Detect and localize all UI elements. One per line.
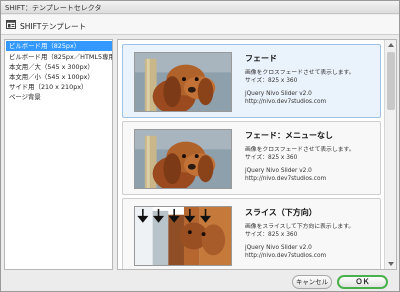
category-list[interactable]: ビルボード用（825px） ビルボード用（825px／HTML5専用） 本文用／… [4,39,113,270]
template-list[interactable]: フェード 画像をクロスフェードさせて表示します。 サイズ：825 x 360 j… [117,39,397,270]
category-item-body-small[interactable]: 本文用／小（545 x 100px） [6,72,112,82]
plugin-text: jQuery Nivo Slider v2.0 [245,245,312,251]
dog-thumbnail-image [134,129,232,189]
plugin-text: jQuery Nivo Slider v2.0 [245,91,312,97]
plugin-text: jQuery Nivo Slider v2.0 [245,168,312,174]
description-text: 画像をスライスして下方向に表示します。 [245,224,355,230]
title-bar[interactable]: SHIFT：テンプレートセレクタ [1,1,399,14]
size-text: サイズ：825 x 360 [245,77,298,84]
description-text: 画像をクロスフェードさせて表示します。 [245,70,355,76]
scroll-up-icon[interactable] [386,41,396,50]
template-card-fade-no-menu[interactable]: フェード：メニューなし 画像をクロスフェードさせて表示します。 サイズ：825 … [122,121,381,195]
window-title: SHIFT：テンプレートセレクタ [5,4,102,12]
template-meta: jQuery Nivo Slider v2.0 http://nivo.dev7… [245,245,378,260]
template-info: スライス（下方向） 画像をスライスして下方向に表示します。 サイズ：825 x … [245,207,378,260]
plugin-url: http://nivo.dev7studios.com [245,98,327,105]
template-title: フェード [245,54,277,63]
template-info: フェード：メニューなし 画像をクロスフェードさせて表示します。 サイズ：825 … [245,130,378,183]
size-text: サイズ：825 x 360 [245,231,298,238]
dialog-title: SHIFTテンプレート [20,22,87,31]
template-description: 画像をクロスフェードさせて表示します。 サイズ：825 x 360 [245,147,378,162]
template-title: フェード：メニューなし [245,131,333,140]
template-description: 画像をクロスフェードさせて表示します。 サイズ：825 x 360 [245,70,378,85]
cancel-button[interactable]: キャンセル [292,275,332,289]
description-text: 画像をクロスフェードさせて表示します。 [245,147,355,153]
template-window-icon [6,20,16,29]
ok-button[interactable]: ＯＫ [337,275,388,289]
dog-thumbnail-image [134,52,232,112]
category-item-page-background[interactable]: ページ背景 [6,92,112,102]
dialog-footer: キャンセル ＯＫ [1,272,399,292]
category-item-body-large[interactable]: 本文用／大（545 x 300px） [6,62,112,72]
template-card-fade[interactable]: フェード 画像をクロスフェードさせて表示します。 サイズ：825 x 360 j… [122,44,381,118]
category-item-billboard[interactable]: ビルボード用（825px） [6,41,112,51]
dialog-header: SHIFTテンプレート [1,15,399,35]
template-card-slice-down[interactable]: スライス（下方向） 画像をスライスして下方向に表示します。 サイズ：825 x … [122,198,381,269]
category-item-side[interactable]: サイド用（210 x 210px） [6,82,112,92]
category-item-billboard-html5[interactable]: ビルボード用（825px／HTML5専用） [6,52,112,62]
scroll-down-icon[interactable] [386,259,396,268]
template-description: 画像をスライスして下方向に表示します。 サイズ：825 x 360 [245,224,378,239]
size-text: サイズ：825 x 360 [245,154,298,161]
plugin-url: http://nivo.dev7studios.com [245,252,327,259]
plugin-url: http://nivo.dev7studios.com [245,175,327,182]
slice-down-thumbnail-image [134,206,232,266]
template-title: スライス（下方向） [245,208,317,217]
template-meta: jQuery Nivo Slider v2.0 http://nivo.dev7… [245,91,378,106]
template-info: フェード 画像をクロスフェードさせて表示します。 サイズ：825 x 360 j… [245,53,378,106]
template-meta: jQuery Nivo Slider v2.0 http://nivo.dev7… [245,168,378,183]
scrollbar-thumb[interactable] [387,52,395,110]
template-selector-window: SHIFT：テンプレートセレクタ SHIFTテンプレート ビルボード用（825p… [0,0,400,292]
vertical-scrollbar[interactable] [384,40,396,269]
